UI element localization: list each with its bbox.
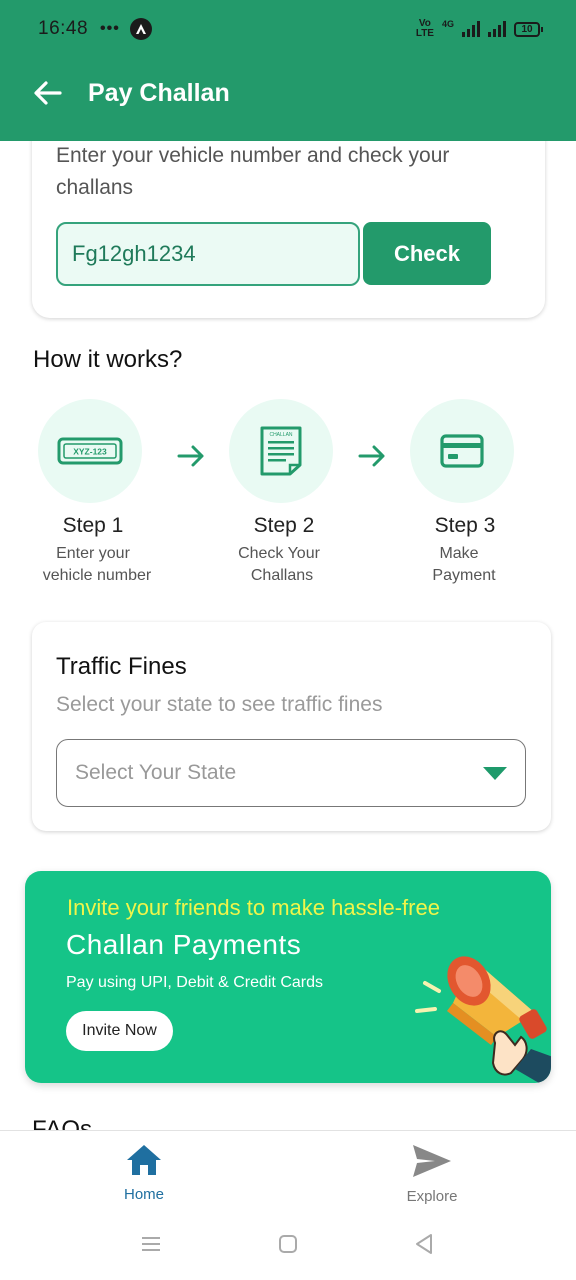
caret-down-icon [483,766,507,780]
send-explore-icon [413,1145,451,1177]
system-back-icon[interactable] [413,1233,435,1255]
battery-icon: 10 [514,21,543,37]
license-plate-icon: XYZ-123 [57,437,123,465]
app-bar: Pay Challan [32,70,230,116]
signal-icon-2 [488,21,506,37]
vehicle-check-card: Enter your vehicle number and check your… [32,110,545,318]
system-navigation-bar [0,1229,576,1259]
how-it-works-heading: How it works? [33,346,183,373]
plate-text: XYZ-123 [73,447,107,457]
system-home-icon[interactable] [277,1233,299,1255]
step-2-title: Step 2 [253,514,315,537]
home-icon [127,1145,161,1175]
state-select-placeholder: Select Your State [75,761,237,784]
status-right-icons: Vo LTE 4G 10 [415,18,543,39]
step-1-title: Step 1 [62,514,124,537]
recents-menu-icon[interactable] [140,1233,162,1255]
step-3-icon-circle [410,399,514,503]
step-2-icon-circle: CHALLAN [229,399,333,503]
back-arrow-icon[interactable] [32,77,64,109]
network-type-label: 4G [441,19,454,29]
step-3-desc-line1: Make [439,545,479,562]
traffic-fines-title: Traffic Fines [56,653,187,680]
vehicle-check-description: Enter your vehicle number and check your… [56,144,450,199]
doc-text: CHALLAN [269,432,292,438]
faq-heading: FAQs [32,1118,92,1130]
vehicle-number-input[interactable] [72,241,344,267]
signal-icon-1 [462,21,480,37]
traffic-fines-subtitle: Select your state to see traffic fines [56,693,383,716]
step-1-desc-line1: Enter your [56,545,130,562]
volte-icon: Vo LTE [415,18,434,39]
nav-explore-label: Explore [406,1188,458,1205]
status-time: 16:48 [38,18,89,39]
invite-friends-banner[interactable]: Invite your friends to make hassle-free … [25,871,551,1083]
banner-line-1: Invite your friends to make hassle-free [67,895,440,920]
bottom-navigation: Home Explore [0,1130,576,1280]
status-more-dots: ••• [100,20,120,37]
app-header: 16:48 ••• Vo LTE 4G 10 Pay Challan [0,0,576,141]
arrow-right-icon [358,445,385,467]
challan-document-icon: CHALLAN [260,426,302,476]
notification-icon [129,18,152,40]
banner-line-2: Challan Payments [66,929,302,960]
card-payment-icon [440,434,484,468]
traffic-fines-card: Traffic Fines Select your state to see t… [32,622,551,831]
invite-now-button[interactable]: Invite Now [66,1011,173,1051]
nav-explore[interactable]: Explore [380,1143,484,1205]
check-button[interactable]: Check [363,222,491,285]
step-1-desc-line2: vehicle number [42,567,152,584]
status-bar: 16:48 ••• Vo LTE 4G 10 [38,16,543,42]
page-title: Pay Challan [88,78,230,107]
step-3-desc-line2: Payment [432,567,496,584]
step-1-icon-circle: XYZ-123 [38,399,142,503]
vehicle-number-field[interactable] [56,222,360,286]
nav-home[interactable]: Home [96,1143,192,1203]
state-select-dropdown[interactable]: Select Your State [56,739,526,807]
banner-line-3: Pay using UPI, Debit & Credit Cards [66,974,323,991]
step-2-desc-line2: Challans [250,567,314,584]
arrow-right-icon [177,445,204,467]
step-3-title: Step 3 [434,514,496,537]
megaphone-icon [415,956,551,1083]
step-2-desc-line1: Check Your [238,545,320,562]
nav-home-label: Home [123,1186,164,1203]
